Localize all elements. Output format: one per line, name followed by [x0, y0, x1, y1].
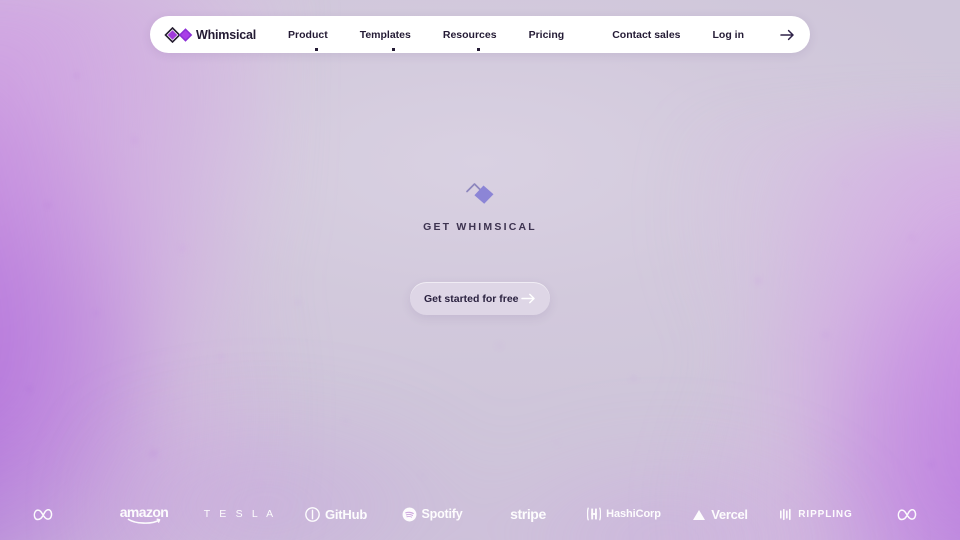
nav-item-pricing-label: Pricing: [528, 28, 565, 41]
nav-arrow-button[interactable]: [774, 22, 800, 48]
amazon-smile-icon: [127, 518, 161, 524]
hero-title: GET WHIMSICAL: [423, 221, 537, 233]
brand-logo-amazon: amazon: [96, 504, 192, 525]
nav-item-contact-sales[interactable]: Contact sales: [596, 29, 696, 41]
nav-item-product-label: Product: [288, 28, 328, 41]
dropdown-indicator-icon: [392, 47, 396, 51]
background-speckle-overlay: [0, 0, 960, 540]
brand-logo-spotify: Spotify: [384, 507, 480, 522]
brand-logo-spotify-label: Spotify: [421, 507, 463, 521]
hero-section: GET WHIMSICAL: [0, 180, 960, 233]
brand-logo-github: GitHub: [288, 507, 384, 522]
nav-item-resources[interactable]: Resources: [427, 28, 513, 51]
nav-item-resources-label: Resources: [442, 28, 497, 41]
meta-infinity-icon: [897, 508, 916, 520]
primary-nav-links: Product Templates Resources Pricing: [272, 28, 581, 51]
brand-logo-stripe-label: stripe: [510, 506, 546, 522]
page-stage: Whimsical Product Templates Resources Pr…: [0, 0, 960, 540]
hero-whimsical-diamond-icon: [464, 180, 496, 213]
brand-logo-tesla: T E S L A: [192, 508, 288, 520]
brand-logo-vercel: Vercel: [672, 507, 768, 522]
brand-logo-stripe: stripe: [480, 506, 576, 522]
spotify-icon: [402, 507, 416, 521]
brand-logo-vercel-label: Vercel: [711, 506, 748, 522]
dropdown-indicator-icon: [314, 47, 318, 51]
brand-logo-rippling-label: RIPPLING: [798, 508, 853, 520]
nav-item-log-in[interactable]: Log in: [697, 29, 761, 41]
hashicorp-icon: [587, 507, 602, 521]
nav-item-templates[interactable]: Templates: [344, 28, 427, 51]
arrow-right-icon: [779, 29, 794, 40]
get-started-button[interactable]: Get started for free: [410, 282, 550, 315]
nav-item-product[interactable]: Product: [272, 28, 344, 51]
brand-logo-hashicorp: HashiCorp: [576, 506, 672, 522]
nav-item-templates-label: Templates: [359, 28, 411, 41]
brand-logo-hashicorp-label: HashiCorp: [606, 508, 661, 520]
secondary-nav-links: Contact sales Log in: [596, 22, 810, 48]
whimsical-logo[interactable]: Whimsical: [164, 26, 257, 43]
dropdown-indicator-icon: [476, 47, 480, 51]
brand-logo-meta: [0, 507, 96, 522]
whimsical-diamond-icon: [164, 26, 194, 43]
vercel-triangle-icon: [693, 509, 706, 520]
meta-infinity-icon: [33, 508, 52, 520]
brand-logo-rippling: RIPPLING: [768, 508, 864, 521]
rippling-icon: [780, 508, 791, 520]
get-started-button-label: Get started for free: [424, 292, 519, 305]
customer-logo-strip: amazon T E S L A GitHub Spotify stripe H…: [0, 496, 960, 532]
whimsical-logo-text: Whimsical: [196, 27, 257, 42]
nav-item-pricing[interactable]: Pricing: [513, 29, 581, 41]
top-navigation-bar: Whimsical Product Templates Resources Pr…: [150, 16, 810, 53]
brand-logo-tesla-label: T E S L A: [203, 508, 277, 520]
brand-logo-meta-2: [864, 507, 960, 522]
github-cat-icon: [305, 506, 320, 522]
brand-logo-github-label: GitHub: [324, 506, 368, 522]
arrow-right-icon: [521, 293, 535, 304]
